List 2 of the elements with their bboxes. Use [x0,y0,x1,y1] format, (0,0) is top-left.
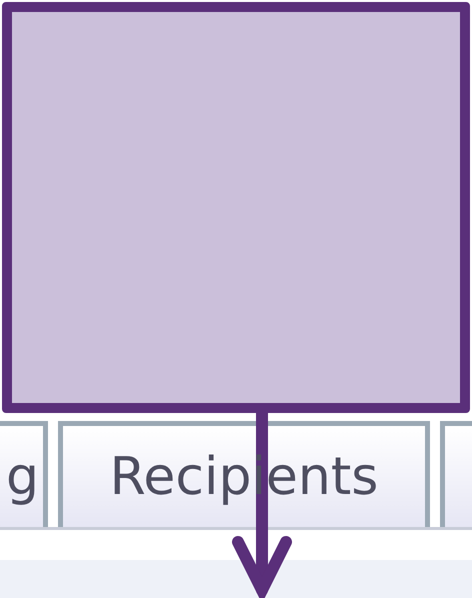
tab[interactable] [440,421,472,527]
tab[interactable]: g [0,421,48,527]
